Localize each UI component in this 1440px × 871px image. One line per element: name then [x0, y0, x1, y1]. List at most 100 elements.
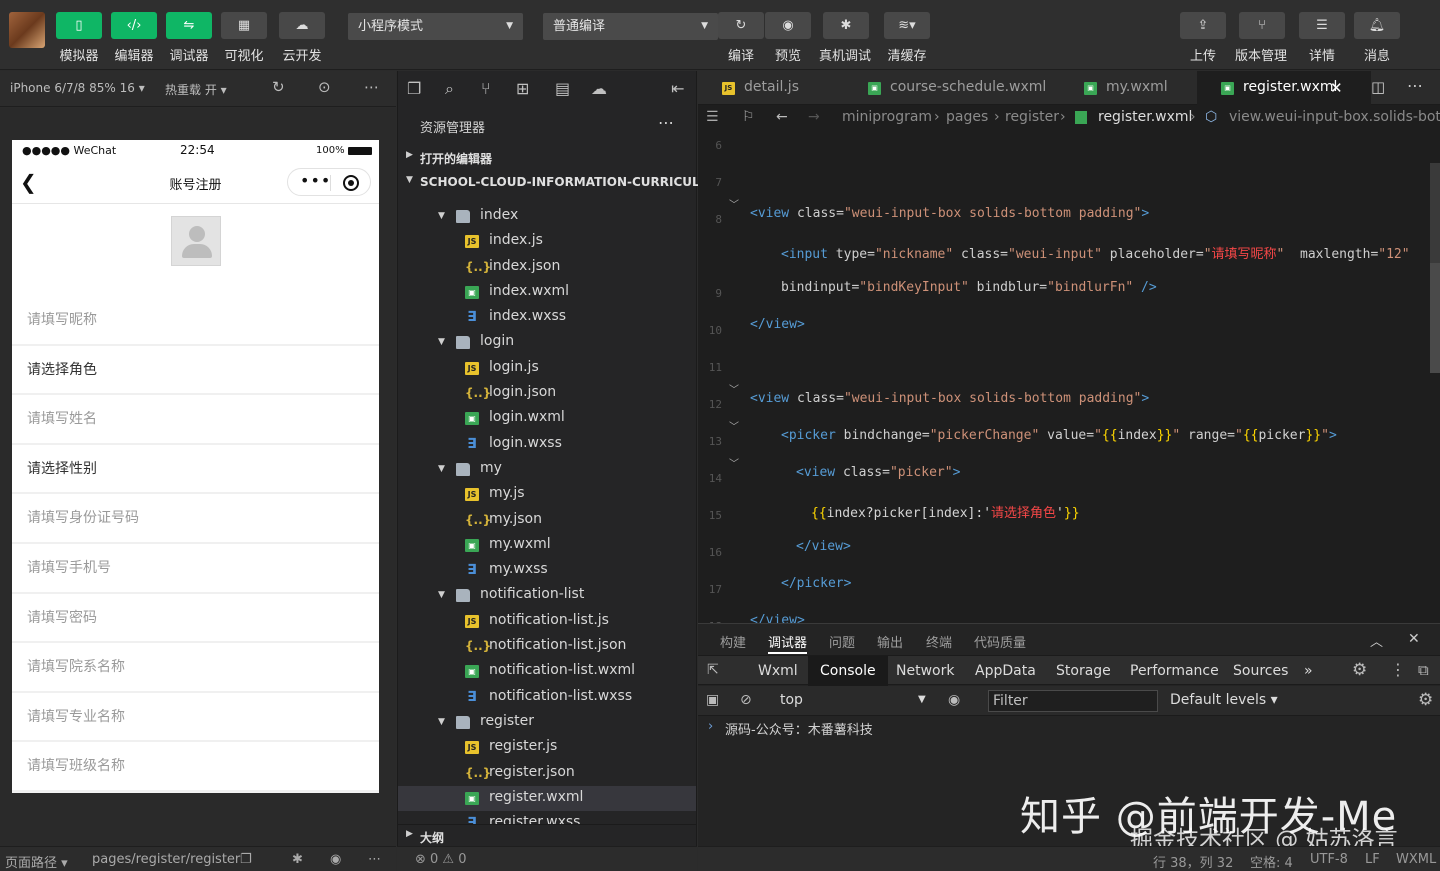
context-select[interactable]: top: [780, 692, 803, 708]
file-item[interactable]: JS index.js: [398, 229, 696, 254]
panel-tab[interactable]: 调试器: [768, 632, 808, 654]
file-item[interactable]: ▣ my.wxml: [398, 533, 696, 558]
editor-tab[interactable]: ▣ course-schedule.wxml: [844, 71, 1060, 105]
file-item[interactable]: JS register.js: [398, 735, 696, 760]
collapse-panel-icon[interactable]: ⇤: [671, 79, 684, 98]
stop-icon[interactable]: ⊙: [318, 78, 331, 96]
close-record-icon[interactable]: [343, 175, 359, 191]
cloud-dev-button[interactable]: ☁ 云开发: [279, 12, 325, 64]
chevron-down-icon[interactable]: ▼: [438, 337, 445, 347]
more-dots-icon[interactable]: •••: [300, 171, 331, 190]
simulator-toggle-button[interactable]: ▯ 模拟器: [56, 12, 102, 64]
fold-chevron-icon[interactable]: ﹀: [729, 455, 739, 470]
fold-chevron-icon[interactable]: ﹀: [729, 381, 739, 396]
user-avatar[interactable]: [9, 12, 45, 48]
undock-icon[interactable]: ⧉: [1418, 661, 1429, 679]
file-item[interactable]: ▣ login.wxml: [398, 406, 696, 431]
code-editor[interactable]: 6 7 ﹀ <view class="weui-input-box solids-bo…: [698, 133, 1440, 623]
log-levels-select[interactable]: Default levels ▾: [1170, 692, 1278, 708]
upload-button[interactable]: ⇪ 上传: [1180, 12, 1226, 64]
preview-button[interactable]: ◉ 预览: [765, 12, 811, 64]
file-item[interactable]: JS my.js: [398, 482, 696, 507]
close-icon[interactable]: ✕: [1330, 79, 1343, 97]
gear-icon[interactable]: ⚙: [1418, 690, 1433, 710]
save-icon[interactable]: ▤: [555, 79, 570, 98]
copy-icon[interactable]: ❐: [240, 852, 252, 867]
file-item[interactable]: JS notification-list.js: [398, 609, 696, 634]
more-icon[interactable]: ⋯: [368, 852, 381, 867]
encoding-setting[interactable]: UTF-8: [1310, 852, 1348, 867]
extensions-icon[interactable]: ⊞: [516, 79, 529, 98]
list-icon[interactable]: ☰: [706, 109, 719, 125]
fold-chevron-icon[interactable]: ﹀: [729, 418, 739, 433]
outline-section[interactable]: ▶ 大纲: [398, 824, 696, 846]
page-path-label[interactable]: 页面路径 ▾: [5, 852, 68, 871]
file-item[interactable]: {..} login.json: [398, 381, 696, 406]
file-item[interactable]: ▣ notification-list.wxml: [398, 659, 696, 684]
cursor-position[interactable]: 行 38，列 32: [1153, 852, 1233, 871]
close-icon[interactable]: ✕: [1408, 631, 1420, 647]
file-item[interactable]: JS login.js: [398, 356, 696, 381]
source-control-icon[interactable]: ⑂: [481, 79, 491, 98]
file-item[interactable]: {..} register.json: [398, 761, 696, 786]
chevron-down-icon[interactable]: ▼: [438, 717, 445, 727]
forward-arrow-icon[interactable]: →: [808, 109, 820, 125]
folder-item[interactable]: ▼ notification-list: [398, 583, 696, 608]
indent-setting[interactable]: 空格: 4: [1250, 852, 1293, 871]
compile-mode-select[interactable]: 普通编译 ▼: [543, 13, 718, 40]
devtools-tab[interactable]: Network: [896, 656, 954, 686]
sidebar-toggle-icon[interactable]: ▣: [706, 692, 719, 708]
mini-program-capsule[interactable]: •••: [287, 168, 371, 196]
project-section[interactable]: ▼ SCHOOL-CLOUD-INFORMATION-CURRICUL...: [398, 170, 713, 195]
devtools-tab[interactable]: Sources: [1233, 656, 1288, 686]
editor-tab[interactable]: JS detail.js: [698, 71, 844, 105]
mode-select[interactable]: 小程序模式 ▼: [348, 13, 523, 40]
console-filter-input[interactable]: Filter: [988, 690, 1158, 712]
breadcrumb-item[interactable]: view.weui-input-box.solids-bottom.paddin…: [1229, 109, 1440, 125]
remote-debug-button[interactable]: ✱ 真机调试: [819, 12, 871, 64]
avatar-placeholder[interactable]: [171, 216, 221, 266]
panel-tab[interactable]: 代码质量: [974, 632, 1026, 651]
file-item[interactable]: ▣ index.wxml: [398, 280, 696, 305]
visual-toggle-button[interactable]: ▦ 可视化: [221, 12, 267, 64]
debugger-toggle-button[interactable]: ⇋ 调试器: [166, 12, 212, 64]
split-editor-icon[interactable]: ◫: [1371, 78, 1385, 96]
devtools-tab[interactable]: Storage: [1056, 656, 1111, 686]
form-field-row[interactable]: 请选择角色: [12, 345, 379, 396]
bookmark-icon[interactable]: ⚐: [742, 109, 755, 125]
folder-item[interactable]: ▼ my: [398, 457, 696, 482]
inspect-icon[interactable]: ⇱: [707, 662, 719, 678]
more-icon[interactable]: ⋯: [1407, 76, 1423, 95]
details-button[interactable]: ☰ 详情: [1299, 12, 1345, 64]
eye-icon[interactable]: ◉: [948, 692, 960, 708]
problems-status[interactable]: ⊗ 0 ⚠ 0: [397, 846, 697, 871]
more-tabs-icon[interactable]: »: [1304, 656, 1313, 686]
hot-reload-select[interactable]: 热重载 开 ▾: [165, 81, 227, 98]
file-item[interactable]: ∃ index.wxss: [398, 305, 696, 330]
eye-icon[interactable]: ◉: [330, 852, 341, 867]
devtools-tab[interactable]: Performance: [1130, 656, 1219, 686]
editor-scrollbar-thumb[interactable]: [1430, 263, 1440, 373]
open-editors-section[interactable]: ▶ 打开的编辑器: [398, 145, 696, 170]
folder-item[interactable]: ▼ register: [398, 710, 696, 735]
folder-item[interactable]: ▼ login: [398, 330, 696, 355]
file-item[interactable]: ▣ register.wxml: [398, 785, 696, 812]
clear-console-icon[interactable]: ⊘: [740, 692, 752, 708]
chevron-down-icon[interactable]: ▼: [438, 464, 445, 474]
language-mode[interactable]: WXML: [1396, 852, 1436, 867]
panel-tab[interactable]: 输出: [877, 632, 903, 651]
file-item[interactable]: {..} notification-list.json: [398, 634, 696, 659]
file-item[interactable]: {..} index.json: [398, 255, 696, 280]
editor-toggle-button[interactable]: ‹/› 编辑器: [111, 12, 157, 64]
form-field-row[interactable]: 请填写身份证号码: [12, 494, 379, 544]
panel-tab[interactable]: 终端: [926, 632, 952, 651]
devtools-tab[interactable]: Wxml: [758, 656, 798, 686]
gear-icon[interactable]: ⚙: [1352, 660, 1367, 680]
eol-setting[interactable]: LF: [1365, 852, 1380, 867]
form-field-row[interactable]: 请填写手机号: [12, 543, 379, 594]
docker-icon[interactable]: ☁: [591, 79, 607, 98]
chevron-down-icon[interactable]: ▼: [918, 694, 926, 705]
file-item[interactable]: {..} my.json: [398, 508, 696, 533]
version-manage-button[interactable]: ⑂ 版本管理: [1235, 12, 1287, 64]
back-arrow-icon[interactable]: ←: [776, 109, 788, 125]
